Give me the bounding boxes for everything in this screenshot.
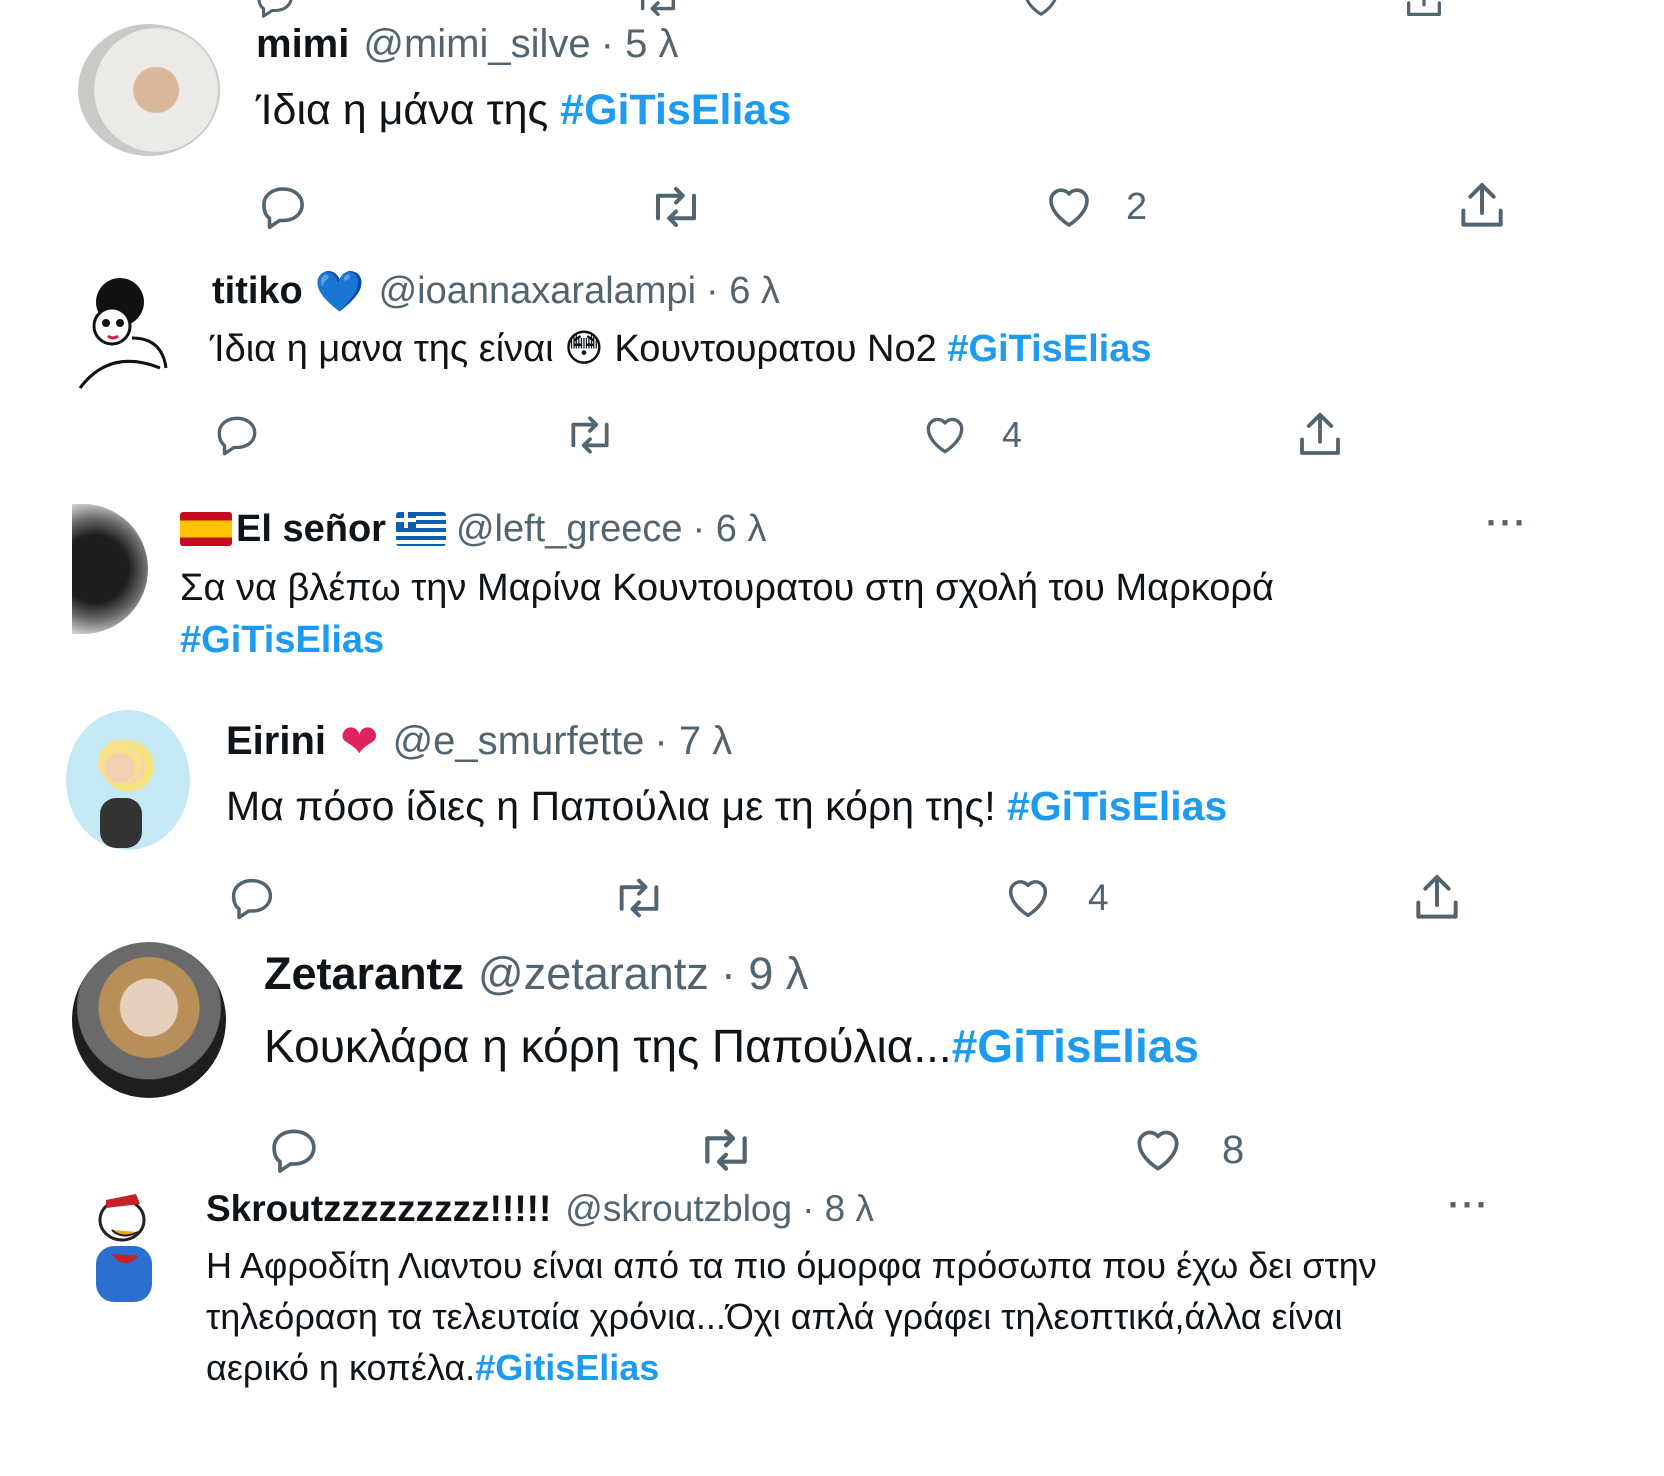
hashtag-link[interactable]: #GitisElias <box>475 1347 659 1388</box>
reply-icon <box>217 416 257 456</box>
display-name[interactable]: Eirini <box>226 719 326 764</box>
display-name[interactable]: Skroutzzzzzzzzz!!!!! <box>206 1188 551 1230</box>
share-icon <box>1461 183 1503 227</box>
avatar[interactable] <box>66 710 190 850</box>
hashtag-link[interactable]: #GiTisElias <box>560 86 791 134</box>
timestamp[interactable]: · 9 λ <box>721 948 809 1000</box>
heart-icon <box>1049 188 1089 227</box>
like-count: 8 <box>1222 1127 1245 1172</box>
user-handle[interactable]: @ioannaxaralampi <box>379 270 696 313</box>
timestamp[interactable]: · 7 λ <box>654 719 732 764</box>
avatar[interactable] <box>72 504 148 634</box>
retweet-button[interactable] <box>608 872 670 924</box>
display-name[interactable]: titiko <box>212 270 303 313</box>
like-button[interactable]: 8 <box>1128 1122 1244 1178</box>
tweet[interactable]: Skroutzzzzzzzzz!!!!! @skroutzblog · 8 λ … <box>0 1176 1664 1476</box>
tweet-text: Σα να βλέπω την Μαρίνα Κουντουρατου στη … <box>180 567 1274 609</box>
heart-icon <box>926 417 964 454</box>
tweet[interactable]: Zetarantz @zetarantz · 9 λ Κουκλάρα η κό… <box>0 938 1664 1178</box>
heart-emoji-icon: ❤ <box>340 715 379 767</box>
more-options-button[interactable]: ··· <box>1486 502 1528 544</box>
spain-flag-icon <box>180 512 232 546</box>
reply-icon <box>262 187 304 230</box>
user-handle[interactable]: @left_greece <box>456 508 683 551</box>
avatar-illustration <box>98 740 142 848</box>
share-icon <box>1300 412 1340 455</box>
display-name[interactable]: mimi <box>256 22 349 67</box>
greece-flag-icon <box>395 512 446 546</box>
tweet[interactable]: titiko 💙 @ioannaxaralampi · 6 λ Ίδια η μ… <box>0 258 1664 490</box>
reply-icon <box>272 1129 316 1173</box>
share-icon <box>1416 875 1458 919</box>
heart-icon <box>1137 1130 1179 1171</box>
timestamp[interactable]: · 6 λ <box>706 270 780 313</box>
tweet-actions: 4 <box>0 408 1664 468</box>
retweet-icon <box>571 416 609 454</box>
retweet-icon <box>655 186 697 228</box>
tweet-text-line: Η Αφροδίτη Λιαντου είναι από τα πιο όμορ… <box>206 1245 1377 1286</box>
timestamp[interactable]: · 5 λ <box>601 22 679 67</box>
tweet-text: Ίδια η μανα της είναι 😳 Κουντουρατου Νο2 <box>210 328 948 370</box>
timestamp[interactable]: · 6 λ <box>693 508 767 551</box>
user-handle[interactable]: @skroutzblog <box>565 1188 792 1230</box>
avatar[interactable] <box>78 24 220 156</box>
avatar[interactable] <box>72 268 176 392</box>
tweet[interactable]: mimi @mimi_silve · 5 λ Ίδια η μάνα της #… <box>0 0 1664 250</box>
tweet[interactable]: Eirini ❤ @e_smurfette · 7 λ Μα πόσο ίδιε… <box>0 704 1664 944</box>
avatar-illustration <box>78 278 168 389</box>
share-button[interactable] <box>1452 178 1512 234</box>
reply-button[interactable] <box>226 872 278 924</box>
like-button[interactable]: 2 <box>1040 180 1147 234</box>
like-count: 4 <box>1088 877 1109 918</box>
tweet-actions: 8 <box>0 1118 1664 1178</box>
like-button[interactable]: 4 <box>1000 872 1109 924</box>
heart-emoji-icon: 💙 <box>314 269 365 314</box>
tweet-text-line: τηλεόραση τα τελευταία χρόνια...Όχι απλά… <box>206 1296 1343 1337</box>
share-button[interactable] <box>1408 870 1466 926</box>
retweet-icon <box>619 878 659 918</box>
share-button[interactable] <box>1292 408 1348 462</box>
hashtag-link[interactable]: #GiTisElias <box>180 614 1560 666</box>
tweet[interactable]: El señor @left_greece · 6 λ ··· Σα να βλ… <box>0 498 1664 698</box>
reply-button[interactable] <box>212 410 262 460</box>
retweet-button[interactable] <box>644 180 708 234</box>
user-handle[interactable]: @zetarantz <box>478 948 709 1000</box>
like-count: 4 <box>1002 414 1023 455</box>
timestamp[interactable]: · 8 λ <box>802 1188 874 1230</box>
retweet-icon <box>705 1129 747 1171</box>
tweet-text: Ίδια η μάνα της <box>256 86 561 134</box>
like-button[interactable]: 4 <box>918 410 1022 460</box>
hashtag-link[interactable]: #GiTisElias <box>947 328 1151 370</box>
tweet-text: Μα πόσο ίδιες η Παπούλια με τη κόρη της! <box>226 783 1007 829</box>
hashtag-link[interactable]: #GiTisElias <box>1007 783 1227 829</box>
avatar-illustration <box>96 1194 152 1302</box>
reply-button[interactable] <box>266 1122 322 1178</box>
avatar[interactable] <box>72 942 226 1098</box>
heart-icon <box>1008 880 1048 918</box>
user-handle[interactable]: @mimi_silve <box>363 22 590 67</box>
tweet-text: Κουκλάρα η κόρη της Παπούλια... <box>264 1020 952 1072</box>
avatar[interactable] <box>72 1184 176 1314</box>
user-handle[interactable]: @e_smurfette <box>393 719 645 764</box>
tweet-actions: 4 <box>0 868 1664 928</box>
retweet-button[interactable] <box>692 1122 760 1178</box>
hashtag-link[interactable]: #GiTisElias <box>952 1020 1199 1072</box>
reply-icon <box>231 878 273 920</box>
reply-button[interactable] <box>256 180 310 234</box>
display-name[interactable]: El señor <box>236 508 386 551</box>
like-count: 2 <box>1126 185 1148 228</box>
display-name[interactable]: Zetarantz <box>264 948 464 1000</box>
tweet-text-line: αερικό η κοπέλα. <box>206 1347 476 1388</box>
tweet-actions: 2 <box>0 176 1664 236</box>
retweet-button[interactable] <box>560 410 620 460</box>
more-options-button[interactable]: ··· <box>1448 1184 1490 1226</box>
